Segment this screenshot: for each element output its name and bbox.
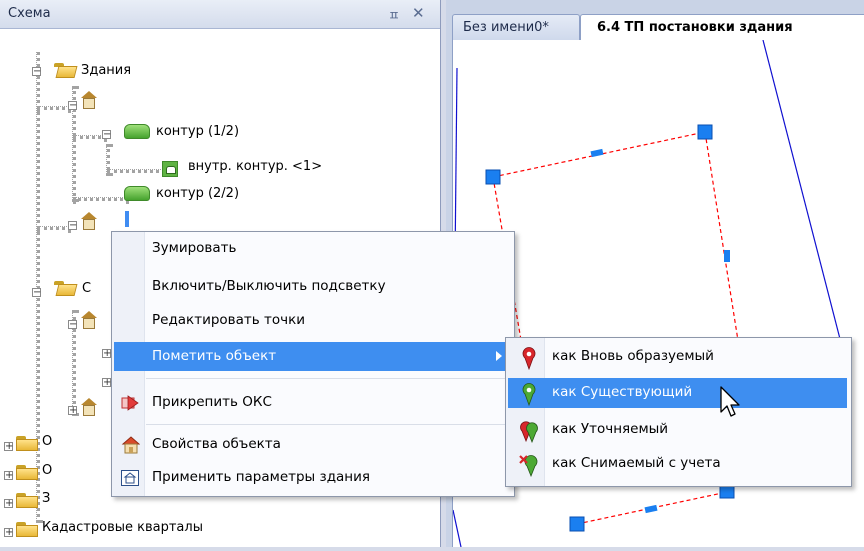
expand-toggle[interactable]: + <box>4 471 13 481</box>
expand-toggle[interactable]: + <box>68 406 77 416</box>
object-properties-icon <box>121 436 140 454</box>
tree-branch-line <box>107 169 165 173</box>
expand-toggle[interactable]: + <box>4 442 13 452</box>
tree-node-contour-2[interactable]: контур (2/2) <box>156 186 239 201</box>
mark-object-submenu: как Вновь образуемый как Существующий ка… <box>505 337 852 487</box>
green-pin-x-icon <box>519 455 538 477</box>
submenu-item-label: как Уточняемый <box>552 421 669 437</box>
menu-item-attach-oks[interactable]: Прикрепить ОКС <box>114 388 510 417</box>
outline-line <box>452 509 462 548</box>
document-tabs: Без имени0* 6.4 ТП постановки здания <box>446 0 864 40</box>
menu-separator <box>146 378 510 379</box>
tree-node-buildings[interactable]: Здания <box>81 63 131 78</box>
pin-icon[interactable]: ㅍ <box>388 5 402 24</box>
menu-item-label: Зумировать <box>152 240 237 256</box>
vertex-handle[interactable] <box>569 516 585 532</box>
collapse-toggle[interactable]: − <box>32 288 41 298</box>
menu-item-object-properties[interactable]: Свойства объекта <box>114 430 510 459</box>
apply-building-params-icon <box>121 470 139 486</box>
menu-item-label: Свойства объекта <box>152 436 281 452</box>
collapse-toggle[interactable]: − <box>68 320 77 330</box>
red-pin-icon <box>522 347 536 370</box>
tab-untitled[interactable]: Без имени0* <box>452 14 580 40</box>
menu-item-label: Включить/Выключить подсветку <box>152 278 386 294</box>
building-icon[interactable] <box>80 311 98 329</box>
expand-toggle[interactable]: + <box>4 499 13 509</box>
menu-item-mark-object[interactable]: Пометить объект <box>114 342 510 371</box>
green-pin-icon <box>522 383 536 406</box>
menu-item-label: Пометить объект <box>152 348 277 364</box>
menu-item-label: Прикрепить ОКС <box>152 394 272 410</box>
folder-icon <box>16 465 38 480</box>
menu-separator <box>146 424 510 425</box>
folder-icon <box>16 436 38 451</box>
context-menu: Зумировать Включить/Выключить подсветку … <box>111 231 515 497</box>
submenu-item-deregistered[interactable]: как Снимаемый с учета <box>508 449 847 479</box>
close-icon[interactable]: ✕ <box>412 4 428 22</box>
tree-branch-line <box>73 197 129 201</box>
expand-toggle[interactable]: + <box>102 378 111 388</box>
tab-active-document[interactable]: 6.4 ТП постановки здания <box>580 14 864 40</box>
menu-item-edit-points[interactable]: Редактировать точки <box>114 306 510 335</box>
text-cursor-marker <box>125 211 129 227</box>
attach-oks-icon <box>121 395 139 411</box>
folder-open-icon <box>54 281 78 296</box>
submenu-item-existing[interactable]: как Существующий <box>508 378 847 408</box>
panel-header: Схема ㅍ ✕ <box>0 0 440 29</box>
building-icon[interactable] <box>80 398 98 416</box>
submenu-item-label: как Снимаемый с учета <box>552 455 721 471</box>
tree-node-partial[interactable]: О <box>42 463 52 478</box>
vertex-handle[interactable] <box>485 169 501 185</box>
menu-item-apply-building-params[interactable]: Применить параметры здания <box>114 463 510 492</box>
contour-icon <box>124 186 150 201</box>
tree-node-partial[interactable]: С <box>82 281 91 296</box>
mouse-pointer-icon <box>720 386 740 417</box>
building-icon[interactable] <box>80 91 98 109</box>
menu-item-label: Применить параметры здания <box>152 469 371 485</box>
menu-item-label: Редактировать точки <box>152 312 306 328</box>
folder-open-icon <box>54 63 78 78</box>
submenu-item-new[interactable]: как Вновь образуемый <box>508 342 847 372</box>
contour-icon <box>124 124 150 139</box>
outline-line <box>762 39 849 371</box>
midpoint-handle[interactable] <box>644 504 658 514</box>
menu-item-toggle-highlight[interactable]: Включить/Выключить подсветку <box>114 272 510 301</box>
building-icon[interactable] <box>80 212 98 230</box>
vertex-handle[interactable] <box>697 124 713 140</box>
tree-branch-line <box>37 226 71 230</box>
tree-branch-line <box>37 106 71 110</box>
red-green-pin-icon <box>520 421 538 443</box>
midpoint-handle[interactable] <box>590 148 604 158</box>
submenu-item-label: как Существующий <box>552 384 693 400</box>
collapse-toggle[interactable]: − <box>32 67 41 77</box>
collapse-toggle[interactable]: − <box>68 101 77 111</box>
collapse-toggle[interactable]: − <box>102 130 111 140</box>
tree-node-cadastral-quarters[interactable]: Кадастровые кварталы <box>42 520 203 535</box>
midpoint-handle[interactable] <box>724 250 730 262</box>
vertex-handle[interactable] <box>719 485 735 499</box>
collapse-toggle[interactable]: − <box>68 221 77 231</box>
tree-node-partial[interactable]: З <box>42 491 50 506</box>
expand-toggle[interactable]: + <box>102 349 111 359</box>
folder-icon <box>16 493 38 508</box>
tree-node-contour-1[interactable]: контур (1/2) <box>156 124 239 139</box>
submenu-item-label: как Вновь образуемый <box>552 348 714 364</box>
tree-node-inner-contour[interactable]: внутр. контур. <1> <box>188 159 322 174</box>
inner-contour-icon <box>162 161 178 177</box>
menu-item-zoom[interactable]: Зумировать <box>114 234 510 263</box>
folder-icon <box>16 522 38 537</box>
submenu-arrow-icon <box>496 351 502 361</box>
panel-title: Схема <box>8 6 51 21</box>
tree-node-partial[interactable]: О <box>42 434 52 449</box>
submenu-item-refined[interactable]: как Уточняемый <box>508 415 847 445</box>
expand-toggle[interactable]: + <box>4 528 13 538</box>
